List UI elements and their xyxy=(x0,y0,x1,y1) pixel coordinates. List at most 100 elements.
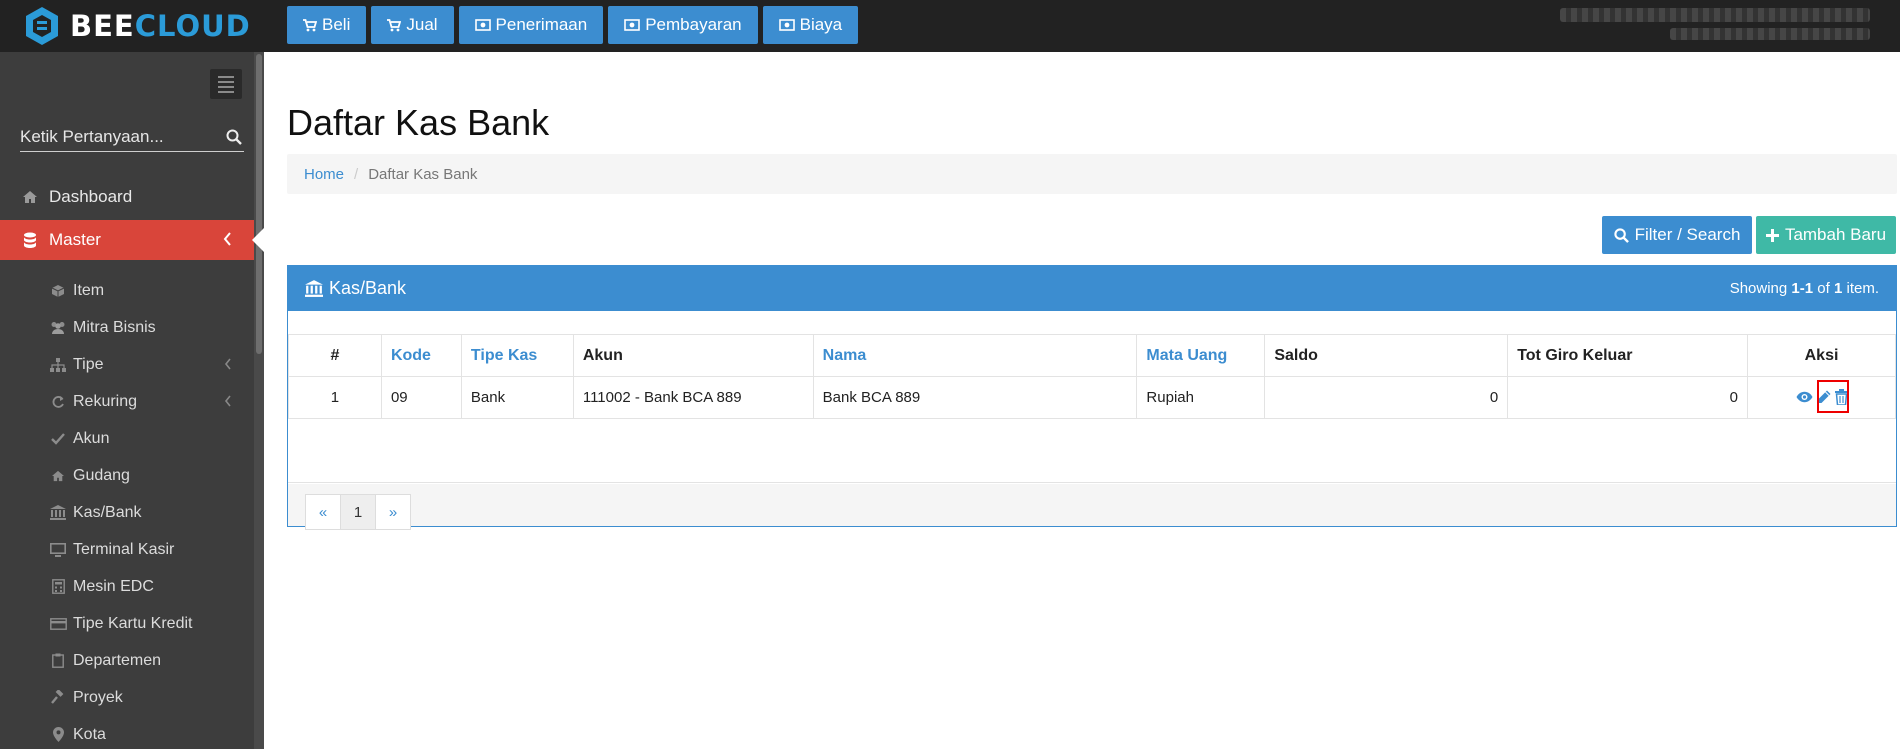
edit-highlight-box xyxy=(1816,379,1849,413)
cell-tot-giro-keluar: 0 xyxy=(1507,376,1749,419)
table-row: 1 09 Bank 111002 - Bank BCA 889 Bank BCA… xyxy=(288,376,1896,419)
search-icon[interactable] xyxy=(226,129,242,145)
search-input[interactable] xyxy=(20,124,210,150)
check-icon xyxy=(49,432,67,445)
sidebar-item-label: Mesin EDC xyxy=(73,577,154,595)
sidebar-item-rekuring[interactable]: Rekuring xyxy=(0,383,254,420)
sidebar-item-label: Proyek xyxy=(73,688,123,706)
sidebar-item-label: Departemen xyxy=(73,651,162,669)
monitor-icon xyxy=(49,542,67,557)
column-header-tot-giro-keluar: Tot Giro Keluar xyxy=(1507,334,1749,377)
calculator-icon xyxy=(49,579,67,594)
chevron-left-icon xyxy=(224,395,231,407)
map-marker-icon xyxy=(49,727,67,742)
beli-button[interactable]: Beli xyxy=(287,6,367,44)
table-footer-spacer xyxy=(288,461,1896,483)
cell-akun: 111002 - Bank BCA 889 xyxy=(572,376,814,419)
pagination-prev[interactable]: « xyxy=(305,494,341,530)
sidebar-item-tipe[interactable]: Tipe xyxy=(0,346,254,383)
row-actions xyxy=(1796,379,1849,413)
panel-body: # Kode Tipe Kas Akun Nama Mata Uang Sald… xyxy=(288,311,1896,530)
sidebar-item-label: Kota xyxy=(73,725,106,743)
table-header-row: # Kode Tipe Kas Akun Nama Mata Uang Sald… xyxy=(288,334,1896,377)
column-header-saldo: Saldo xyxy=(1264,334,1509,377)
cart-icon xyxy=(303,18,317,31)
filter-search-label: Filter / Search xyxy=(1634,225,1741,244)
sidebar-item-akun[interactable]: Akun xyxy=(0,420,254,457)
column-header-akun: Akun xyxy=(572,334,814,377)
cell-saldo: 0 xyxy=(1264,376,1509,419)
column-header-nama[interactable]: Nama xyxy=(812,334,1138,377)
home-icon xyxy=(20,190,40,204)
chevron-left-icon xyxy=(223,232,231,246)
tambah-baru-label: Tambah Baru xyxy=(1784,225,1887,244)
cell-aksi xyxy=(1747,376,1896,419)
credit-card-icon xyxy=(49,617,67,630)
pagination: « 1 » xyxy=(305,494,411,530)
sidebar-item-gudang[interactable]: Gudang xyxy=(0,457,254,494)
tambah-baru-button[interactable]: Tambah Baru xyxy=(1756,216,1896,254)
pagination-page[interactable]: 1 xyxy=(340,494,376,530)
cell-kode: 09 xyxy=(380,376,462,419)
sidebar-item-label: Master xyxy=(49,230,101,249)
sidebar-item-label: Mitra Bisnis xyxy=(73,318,156,336)
clipboard-icon xyxy=(49,653,67,668)
top-bar: BEECLOUD Beli Jual Penerimaan Pembayaran… xyxy=(0,0,1900,52)
sidebar-item-master[interactable]: Master xyxy=(0,220,264,260)
sidebar-item-mesin-edc[interactable]: Mesin EDC xyxy=(0,568,254,605)
redacted-line xyxy=(1670,28,1870,40)
gavel-icon xyxy=(49,690,67,705)
sidebar-item-item[interactable]: Item xyxy=(0,272,254,309)
jual-button[interactable]: Jual xyxy=(371,6,454,44)
sidebar-item-proyek[interactable]: Proyek xyxy=(0,679,254,716)
sidebar-scrollbar[interactable] xyxy=(254,52,264,749)
filter-search-button[interactable]: Filter / Search xyxy=(1602,216,1752,254)
user-info-redacted[interactable] xyxy=(1560,8,1870,42)
sidebar-item-label: Item xyxy=(73,281,105,299)
sidebar-item-kas-bank[interactable]: Kas/Bank xyxy=(0,494,254,531)
bank-icon xyxy=(49,505,67,520)
breadcrumb-current: Daftar Kas Bank xyxy=(368,165,478,183)
cube-icon xyxy=(49,284,67,298)
sidebar-item-label: Kas/Bank xyxy=(73,503,142,521)
sidebar-item-terminal-kasir[interactable]: Terminal Kasir xyxy=(0,531,254,568)
penerimaan-button[interactable]: Penerimaan xyxy=(458,6,604,44)
column-header-kode[interactable]: Kode xyxy=(380,334,462,377)
sidebar-toggle-button[interactable] xyxy=(210,69,242,99)
sidebar-search xyxy=(20,124,244,152)
panel-title: Kas/Bank xyxy=(329,278,407,298)
column-header-tipe-kas[interactable]: Tipe Kas xyxy=(460,334,574,377)
pagination-next[interactable]: » xyxy=(375,494,411,530)
redacted-line xyxy=(1560,8,1870,22)
result-summary: Showing 1-1 of 1 item. xyxy=(1729,280,1879,297)
breadcrumb: Home / Daftar Kas Bank xyxy=(287,154,1897,194)
sidebar-item-kota[interactable]: Kota xyxy=(0,716,254,753)
bank-icon xyxy=(305,280,323,297)
search-icon xyxy=(1613,227,1629,243)
plus-icon xyxy=(1765,228,1779,242)
eye-icon[interactable] xyxy=(1796,391,1813,403)
sidebar-item-label: Terminal Kasir xyxy=(73,540,175,558)
sidebar-item-mitra-bisnis[interactable]: Mitra Bisnis xyxy=(0,309,254,346)
cell-mata-uang: Rupiah xyxy=(1136,376,1266,419)
sidebar-item-label: Akun xyxy=(73,429,110,447)
breadcrumb-separator: / xyxy=(354,165,359,183)
kas-bank-panel: Kas/Bank Showing 1-1 of 1 item. # Kode T… xyxy=(287,265,1897,530)
home-icon xyxy=(49,470,67,482)
pembayaran-button[interactable]: Pembayaran xyxy=(608,6,758,44)
sidebar-item-dashboard[interactable]: Dashboard xyxy=(0,177,254,217)
pagination-area: « 1 » xyxy=(288,484,1896,530)
sitemap-icon xyxy=(49,357,67,372)
scrollbar-thumb[interactable] xyxy=(256,54,262,354)
column-header-aksi: Aksi xyxy=(1747,334,1896,377)
biaya-button[interactable]: Biaya xyxy=(762,6,859,44)
column-header-mata-uang[interactable]: Mata Uang xyxy=(1136,334,1266,377)
sidebar-item-departemen[interactable]: Departemen xyxy=(0,642,254,679)
database-icon xyxy=(20,232,40,249)
sidebar-item-tipe-kartu-kredit[interactable]: Tipe Kartu Kredit xyxy=(0,605,254,642)
panel-header: Kas/Bank Showing 1-1 of 1 item. xyxy=(288,266,1896,311)
active-indicator xyxy=(252,228,264,252)
sidebar-item-label: Tipe Kartu Kredit xyxy=(73,614,193,632)
brand-logo[interactable]: BEECLOUD xyxy=(24,6,251,46)
breadcrumb-home-link[interactable]: Home xyxy=(304,166,344,183)
